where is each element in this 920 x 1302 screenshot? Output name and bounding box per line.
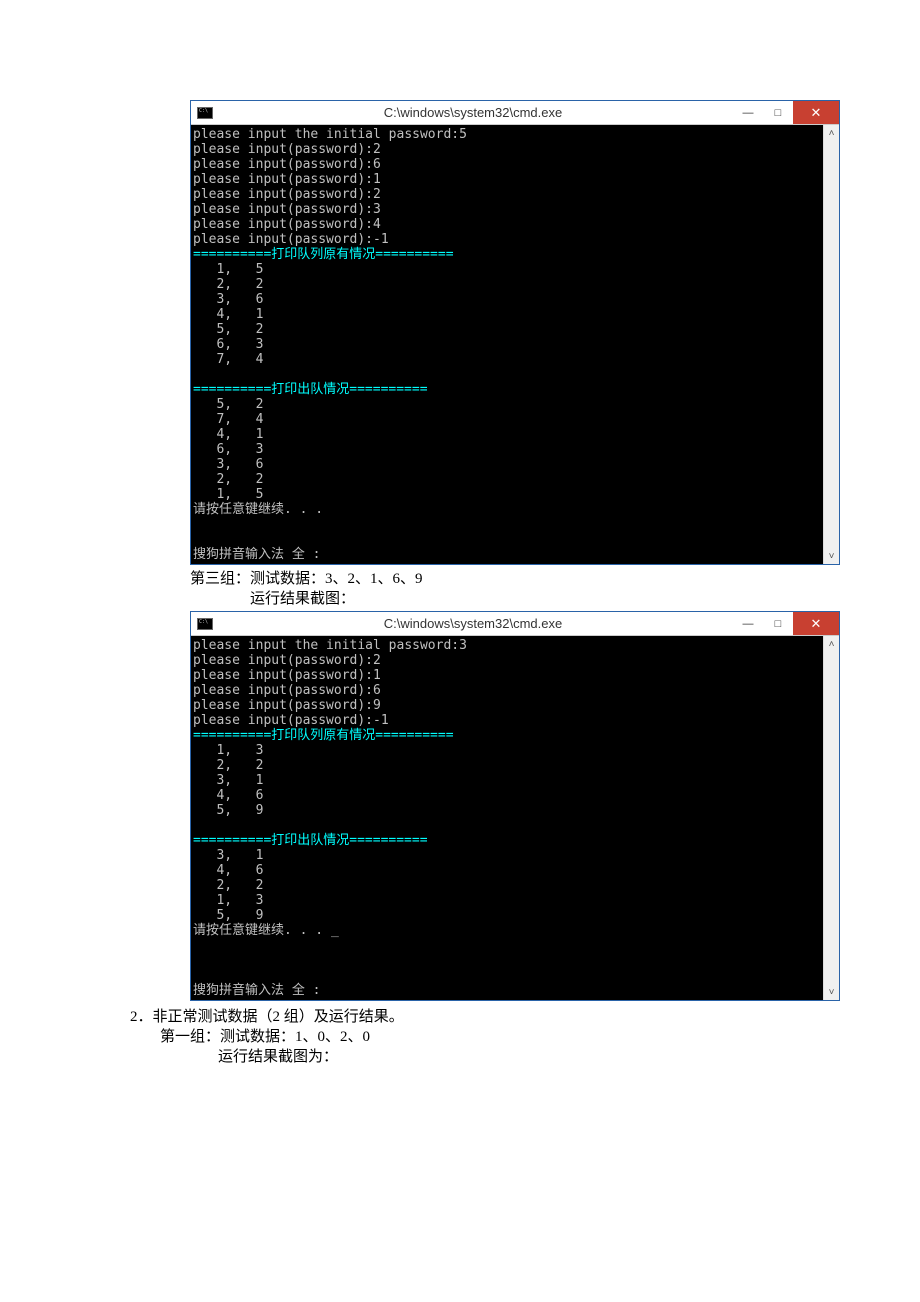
console-area: please input the initial password:5 plea…: [191, 125, 839, 564]
section-line: 运行结果截图为：: [130, 1047, 920, 1067]
minimize-button[interactable]: —: [733, 101, 763, 124]
window-title: C:\windows\system32\cmd.exe: [213, 105, 733, 120]
console-area: please input the initial password:3 plea…: [191, 636, 839, 1000]
scroll-down-icon[interactable]: ˅: [824, 984, 839, 1000]
window-controls: — □ ✕: [733, 101, 839, 124]
close-button[interactable]: ✕: [793, 612, 839, 635]
close-button[interactable]: ✕: [793, 101, 839, 124]
terminal-window-1: C:\windows\system32\cmd.exe — □ ✕ please…: [190, 100, 840, 565]
scroll-up-icon[interactable]: ˄: [824, 125, 839, 141]
maximize-button[interactable]: □: [763, 612, 793, 635]
scrollbar[interactable]: ˄ ˅: [823, 125, 839, 564]
titlebar: C:\windows\system32\cmd.exe — □ ✕: [191, 612, 839, 636]
caption-group-3: 第三组：测试数据：3、2、1、6、9 运行结果截图：: [190, 565, 920, 611]
terminal-window-2: C:\windows\system32\cmd.exe — □ ✕ please…: [190, 611, 840, 1001]
caption-line: 运行结果截图：: [190, 589, 920, 609]
console-output: please input the initial password:3 plea…: [191, 636, 823, 1000]
section-line: 2．非正常测试数据（2 组）及运行结果。: [130, 1007, 920, 1027]
titlebar: C:\windows\system32\cmd.exe — □ ✕: [191, 101, 839, 125]
caption-line: 第三组：测试数据：3、2、1、6、9: [190, 569, 920, 589]
window-title: C:\windows\system32\cmd.exe: [213, 616, 733, 631]
cmd-icon: [197, 107, 213, 119]
scroll-down-icon[interactable]: ˅: [824, 548, 839, 564]
scroll-up-icon[interactable]: ˄: [824, 636, 839, 652]
scrollbar[interactable]: ˄ ˅: [823, 636, 839, 1000]
maximize-button[interactable]: □: [763, 101, 793, 124]
section-line: 第一组：测试数据：1、0、2、0: [130, 1027, 920, 1047]
minimize-button[interactable]: —: [733, 612, 763, 635]
cmd-icon: [197, 618, 213, 630]
section-2: 2．非正常测试数据（2 组）及运行结果。 第一组：测试数据：1、0、2、0 运行…: [130, 1001, 920, 1073]
console-output: please input the initial password:5 plea…: [191, 125, 823, 564]
window-controls: — □ ✕: [733, 612, 839, 635]
